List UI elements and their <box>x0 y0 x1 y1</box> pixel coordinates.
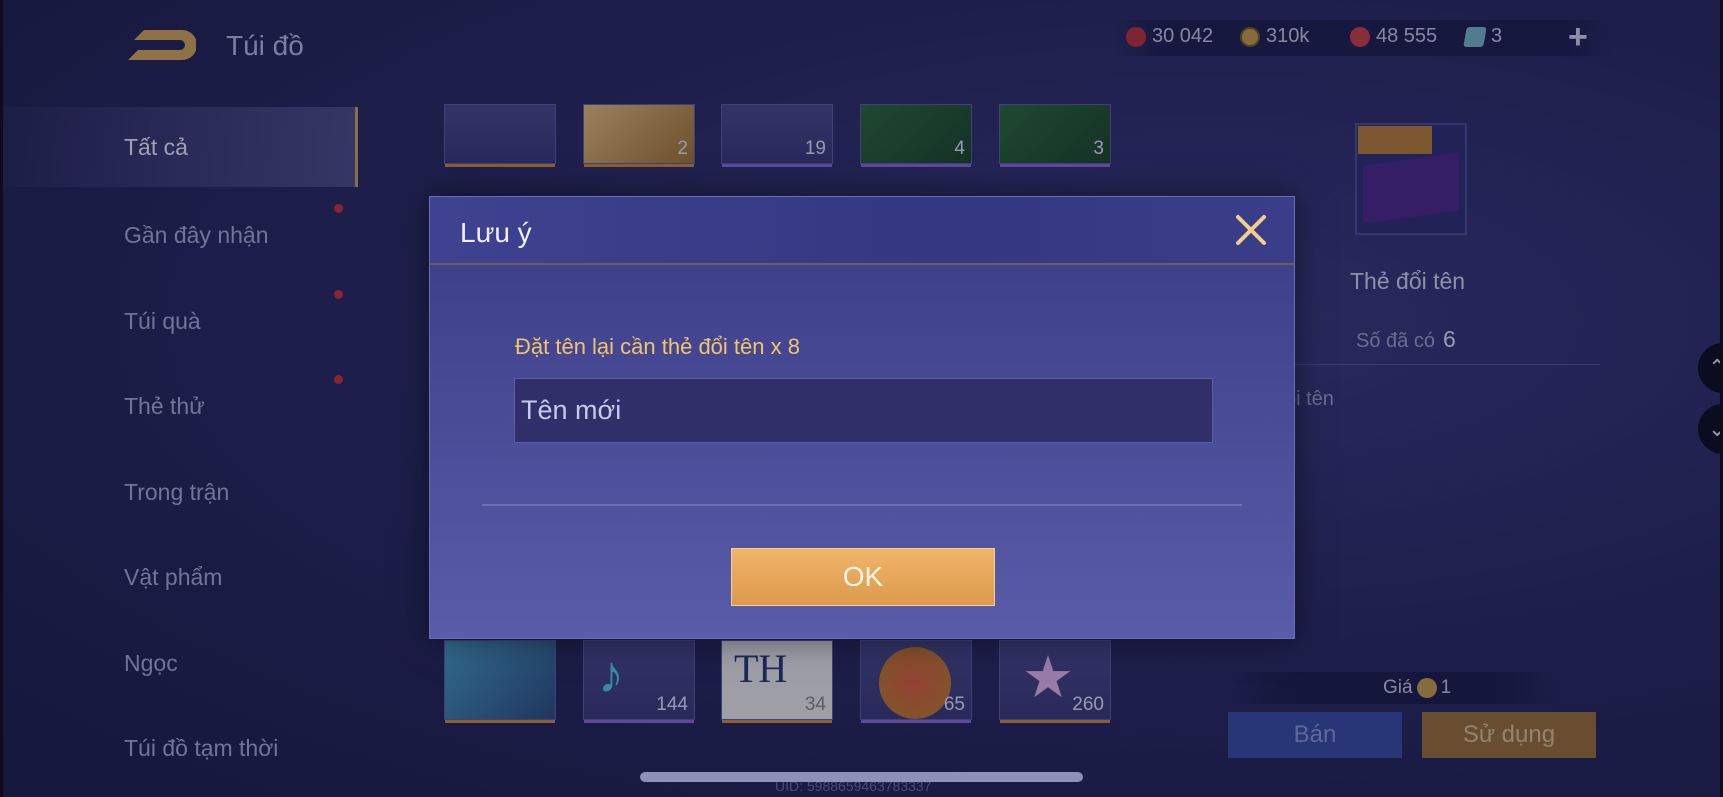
close-icon <box>1236 215 1266 245</box>
new-name-input[interactable] <box>514 378 1213 443</box>
close-button[interactable] <box>1230 209 1272 251</box>
home-indicator[interactable] <box>640 772 1083 782</box>
dialog-header: Lưu ý <box>430 197 1294 265</box>
dialog-title: Lưu ý <box>460 217 532 248</box>
rename-dialog: Lưu ý Đặt tên lại cần thẻ đổi tên x 8 OK <box>429 196 1295 639</box>
ok-button[interactable]: OK <box>731 548 995 606</box>
dialog-divider <box>482 504 1242 506</box>
dialog-message: Đặt tên lại cần thẻ đổi tên x 8 <box>515 334 800 359</box>
